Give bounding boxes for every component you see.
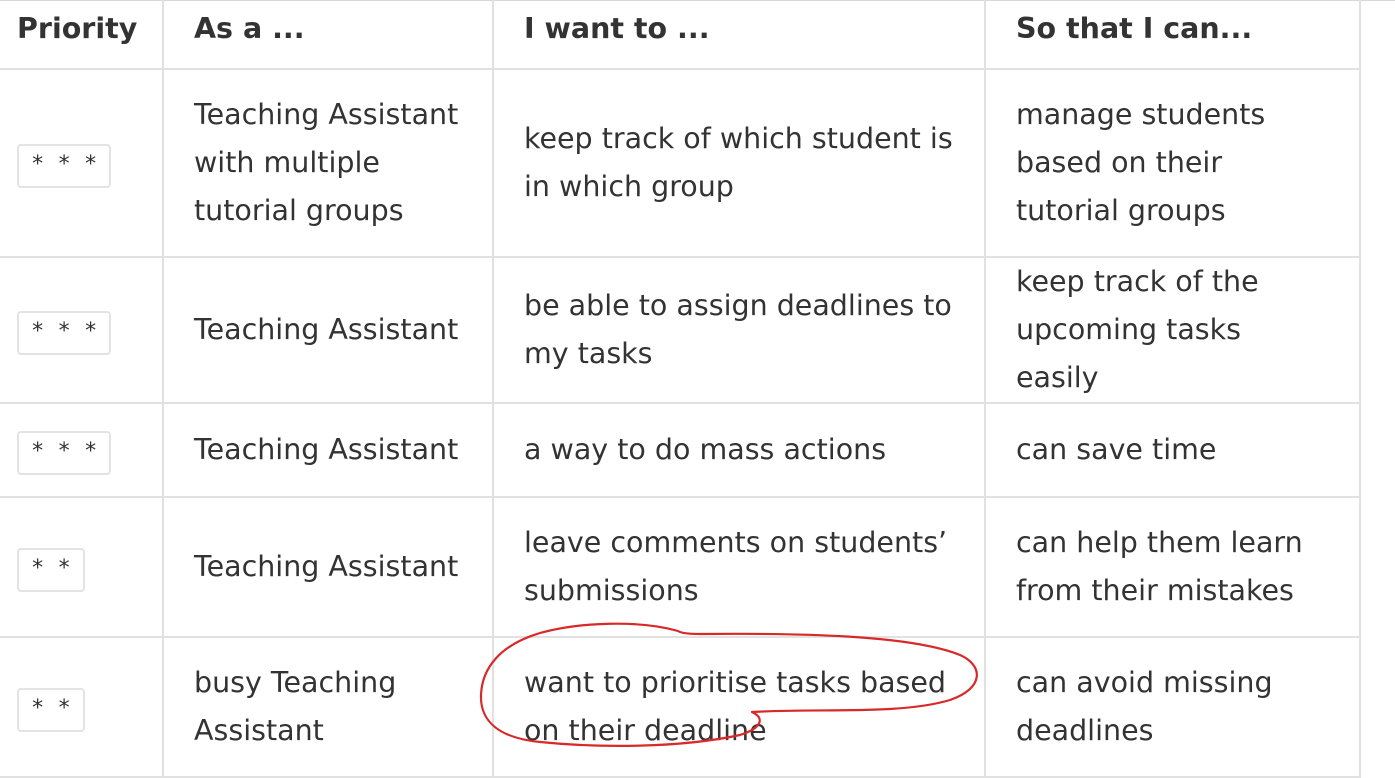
- table-row: * * * Teaching Assistant with multiple t…: [0, 68, 1361, 258]
- as-a-cell: Teaching Assistant: [162, 402, 494, 498]
- so-that-cell: can save time: [984, 402, 1361, 498]
- table-row: * * busy Teaching Assistant want to prio…: [0, 636, 1361, 778]
- i-want-to-cell: keep track of which student is in which …: [492, 68, 986, 258]
- so-that-cell: keep track of the upcoming tasks easily: [984, 256, 1361, 404]
- so-that-cell: manage students based on their tutorial …: [984, 68, 1361, 258]
- header-i-want-to: I want to ...: [492, 0, 986, 70]
- so-that-cell: can help them learn from their mistakes: [984, 496, 1361, 638]
- priority-badge: * * *: [17, 311, 112, 355]
- as-a-cell: Teaching Assistant: [162, 256, 494, 404]
- priority-badge: * * *: [17, 144, 112, 188]
- table-header-row: Priority As a ... I want to ... So that …: [0, 0, 1361, 70]
- so-that-cell: can avoid missing deadlines: [984, 636, 1361, 778]
- user-stories-table: Priority As a ... I want to ... So that …: [0, 0, 1361, 778]
- priority-badge: * *: [17, 688, 85, 732]
- i-want-to-cell: want to prioritise tasks based on their …: [492, 636, 986, 778]
- as-a-cell: busy Teaching Assistant: [162, 636, 494, 778]
- priority-cell: * * *: [0, 402, 164, 498]
- table-row: * * Teaching Assistant leave comments on…: [0, 496, 1361, 638]
- priority-badge: * *: [17, 548, 85, 592]
- priority-badge: * * *: [17, 431, 112, 475]
- priority-cell: * * *: [0, 256, 164, 404]
- i-want-to-cell: be able to assign deadlines to my tasks: [492, 256, 986, 404]
- as-a-cell: Teaching Assistant with multiple tutoria…: [162, 68, 494, 258]
- table-row: * * * Teaching Assistant be able to assi…: [0, 256, 1361, 404]
- as-a-cell: Teaching Assistant: [162, 496, 494, 638]
- header-priority: Priority: [0, 0, 164, 70]
- header-as-a: As a ...: [162, 0, 494, 70]
- i-want-to-cell: leave comments on students’ submissions: [492, 496, 986, 638]
- priority-cell: * *: [0, 636, 164, 778]
- priority-cell: * * *: [0, 68, 164, 258]
- table-row: * * * Teaching Assistant a way to do mas…: [0, 402, 1361, 498]
- header-so-that: So that I can...: [984, 0, 1361, 70]
- i-want-to-cell: a way to do mass actions: [492, 402, 986, 498]
- priority-cell: * *: [0, 496, 164, 638]
